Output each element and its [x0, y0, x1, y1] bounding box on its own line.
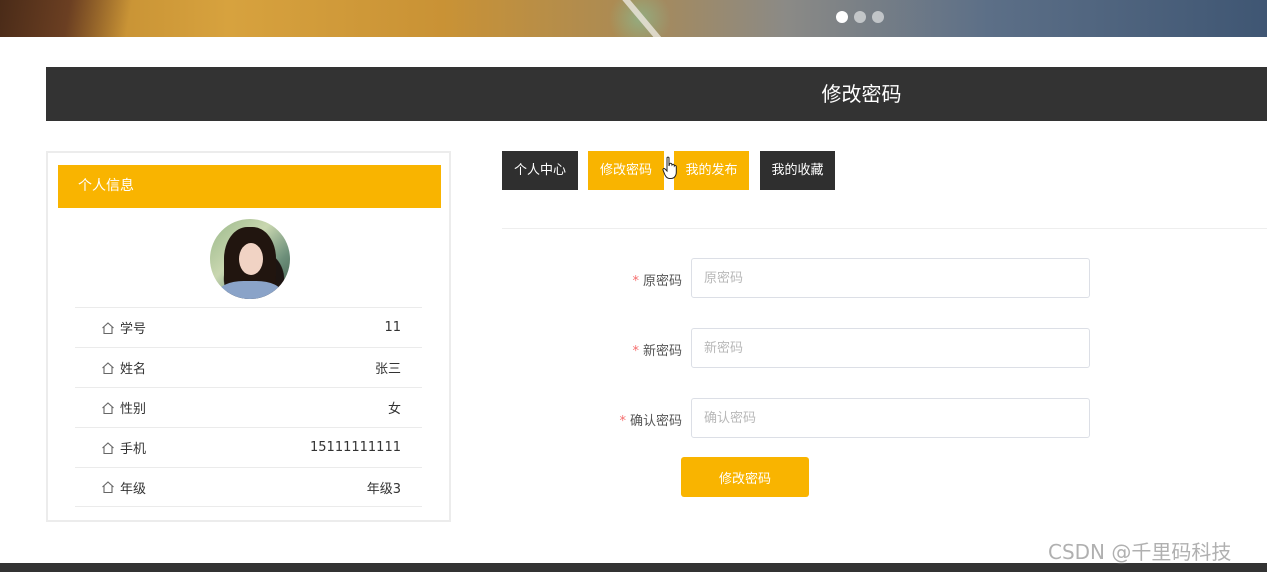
required-mark: * [619, 414, 626, 429]
tab-change-password[interactable]: 修改密码 [588, 151, 664, 190]
tab-my-favorites[interactable]: 我的收藏 [760, 151, 835, 190]
home-icon [102, 361, 114, 374]
profile-row-gender: 性别 女 [75, 387, 422, 427]
old-password-label: * 原密码 [532, 270, 682, 289]
profile-label: 年级 [120, 481, 147, 497]
profile-value: 张三 [374, 362, 401, 377]
profile-value: 11 [384, 320, 401, 335]
banner-image-bench [0, 0, 170, 37]
required-mark: * [632, 274, 639, 289]
confirm-password-label: * 确认密码 [532, 410, 682, 429]
old-password-label-text: 原密码 [642, 274, 682, 289]
profile-value: 女 [387, 402, 401, 417]
watermark: CSDN @千里码科技 [1048, 540, 1232, 564]
confirm-password-input[interactable] [691, 398, 1090, 438]
profile-value: 15111111111 [310, 440, 401, 455]
profile-label: 手机 [120, 442, 147, 457]
carousel-indicators [836, 11, 884, 23]
home-icon [102, 321, 114, 334]
profile-label: 学号 [120, 322, 147, 337]
home-icon [102, 481, 114, 494]
profile-info-list: 学号 11 姓名 张三 性别 女 手机 15111111111 年级 年级3 [75, 307, 422, 507]
carousel-dot-1[interactable] [836, 11, 848, 23]
tab-personal-center[interactable]: 个人中心 [502, 151, 578, 190]
carousel-dot-3[interactable] [872, 11, 884, 23]
profile-row-student-id: 学号 11 [75, 307, 422, 347]
profile-row-grade: 年级 年级3 [75, 467, 422, 507]
profile-panel-header: 个人信息 [58, 165, 441, 208]
change-password-submit-button[interactable]: 修改密码 [681, 457, 809, 497]
profile-value: 年级3 [366, 481, 401, 497]
new-password-input[interactable] [691, 328, 1090, 368]
home-icon [102, 441, 114, 454]
profile-label: 性别 [120, 402, 147, 417]
confirm-password-label-text: 确认密码 [629, 414, 682, 429]
old-password-input[interactable] [691, 258, 1090, 298]
profile-row-phone: 手机 15111111111 [75, 427, 422, 467]
new-password-label-text: 新密码 [642, 344, 682, 359]
section-divider [502, 228, 1267, 229]
avatar-face [239, 243, 263, 275]
page-title: 修改密码 [821, 82, 902, 106]
profile-label: 姓名 [120, 362, 147, 377]
banner-carousel [0, 0, 1267, 37]
hand-pointer-icon [662, 156, 677, 179]
new-password-label: * 新密码 [532, 340, 682, 359]
avatar-shirt [218, 281, 282, 299]
avatar [210, 219, 290, 299]
carousel-dot-2[interactable] [854, 11, 866, 23]
tab-my-posts[interactable]: 我的发布 [674, 151, 749, 190]
required-mark: * [632, 344, 639, 359]
home-icon [102, 401, 114, 414]
profile-row-name: 姓名 张三 [75, 347, 422, 387]
page-title-bar: 修改密码 [46, 67, 1267, 121]
